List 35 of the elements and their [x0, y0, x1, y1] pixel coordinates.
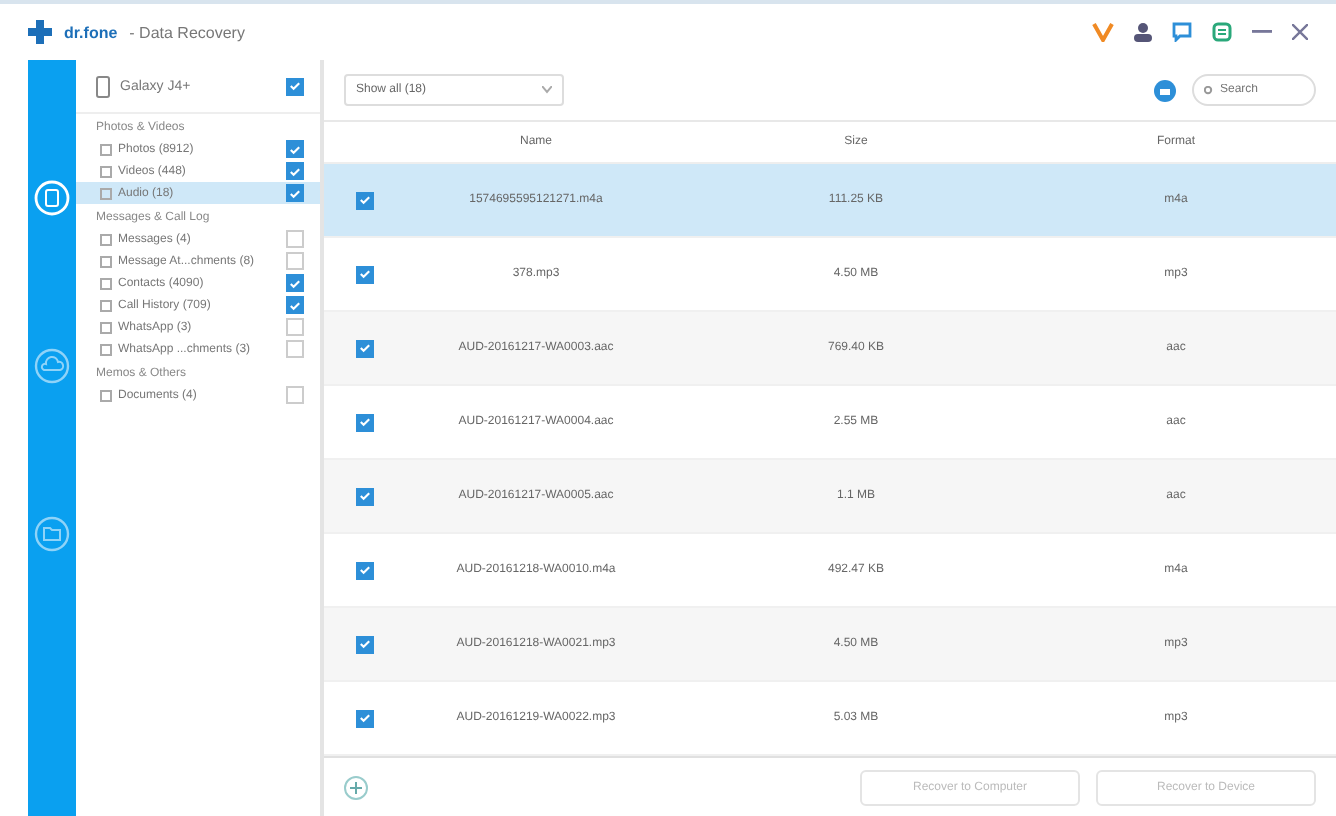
- checkbox[interactable]: [356, 635, 374, 653]
- checkbox[interactable]: [286, 318, 304, 336]
- category-icon: [100, 389, 112, 401]
- checkbox[interactable]: [286, 386, 304, 404]
- close-icon[interactable]: [1292, 24, 1308, 40]
- checkbox[interactable]: [286, 340, 304, 358]
- window-title: - Data Recovery: [129, 23, 245, 41]
- checkbox[interactable]: [356, 487, 374, 505]
- settings-icon[interactable]: [1212, 22, 1232, 42]
- add-icon[interactable]: [344, 775, 368, 799]
- user-icon[interactable]: [1134, 22, 1152, 42]
- checkbox[interactable]: [286, 230, 304, 248]
- cloud-icon[interactable]: [34, 348, 70, 384]
- checkbox[interactable]: [286, 162, 304, 180]
- phone-icon[interactable]: [34, 180, 70, 216]
- checkbox[interactable]: [356, 561, 374, 579]
- checkbox[interactable]: [286, 184, 304, 202]
- app-name: dr.fone: [64, 23, 118, 41]
- chat-icon[interactable]: [1172, 22, 1192, 42]
- phone-icon: [96, 75, 110, 97]
- folder-icon[interactable]: [34, 516, 70, 552]
- checkbox[interactable]: [286, 274, 304, 292]
- checkbox[interactable]: [286, 140, 304, 158]
- checkbox[interactable]: [356, 339, 374, 357]
- checkbox[interactable]: [356, 709, 374, 727]
- checkbox[interactable]: [286, 296, 304, 314]
- caret-icon: [542, 86, 552, 94]
- logo-icon: [28, 20, 52, 44]
- checkbox[interactable]: [356, 265, 374, 283]
- search-icon: [1204, 85, 1214, 95]
- checkbox[interactable]: [286, 77, 304, 95]
- minimize-icon[interactable]: [1252, 30, 1272, 34]
- checkbox[interactable]: [356, 191, 374, 209]
- checkbox[interactable]: [356, 413, 374, 431]
- checkbox[interactable]: [286, 252, 304, 270]
